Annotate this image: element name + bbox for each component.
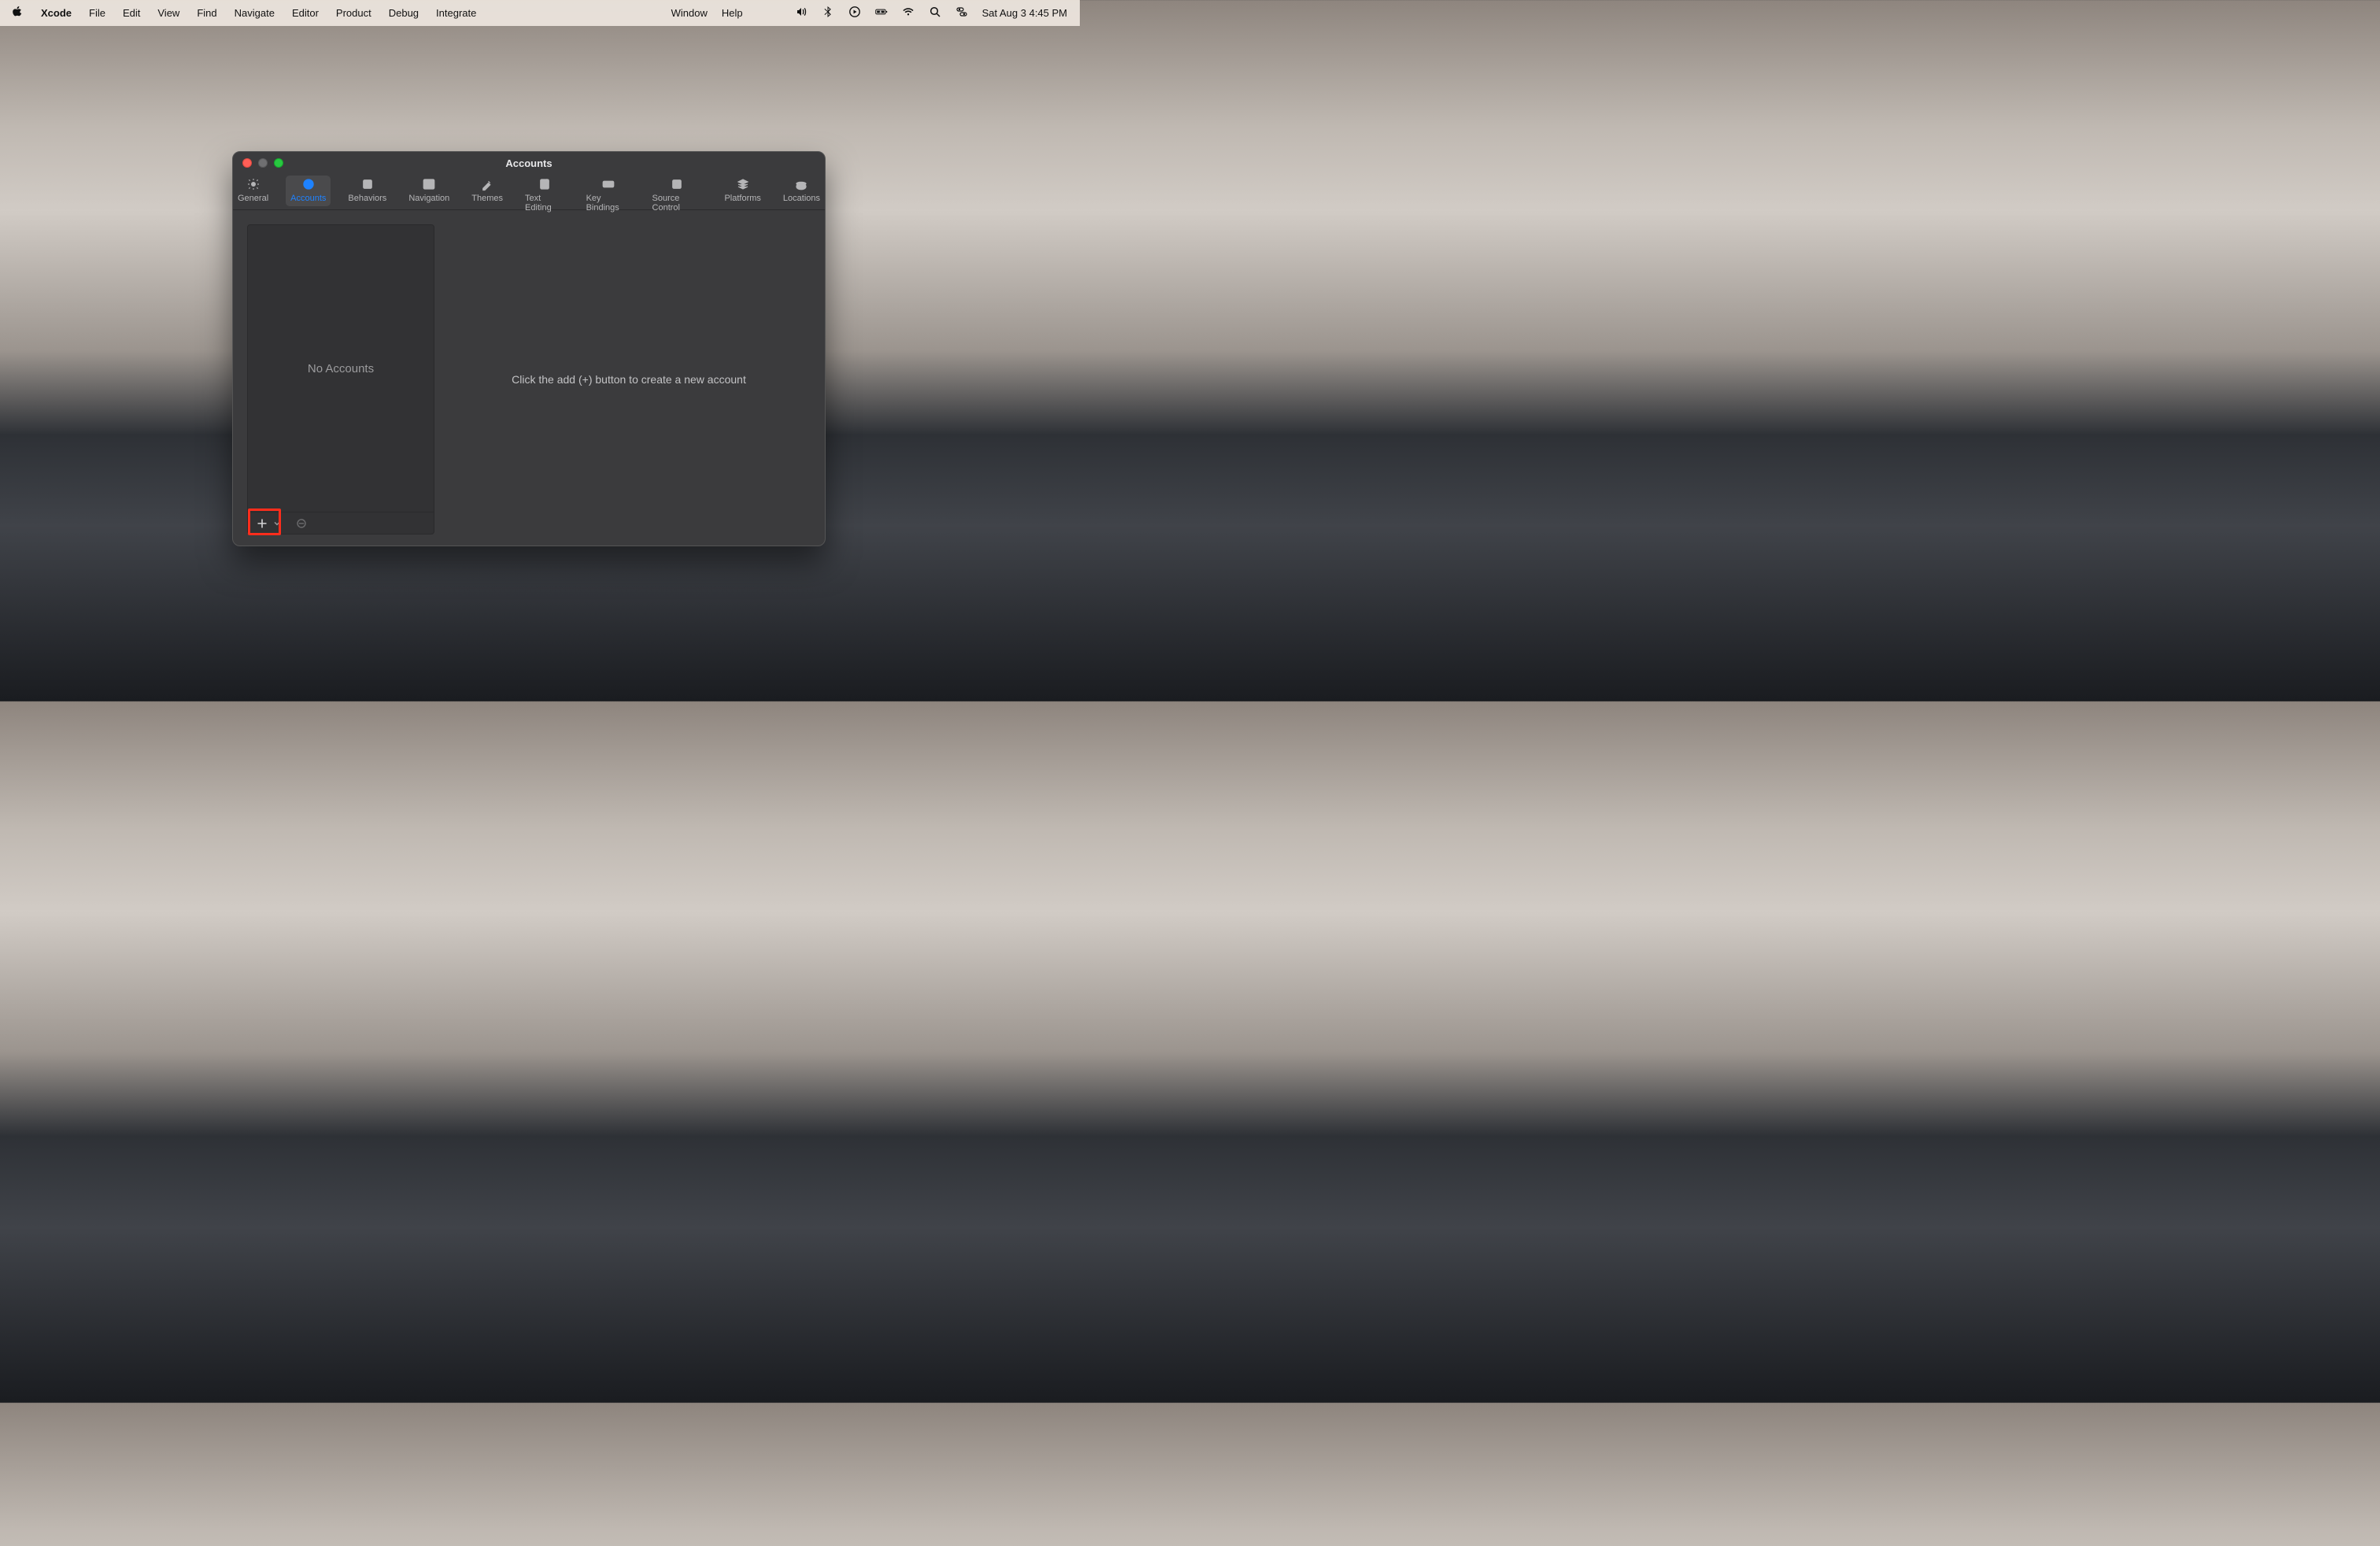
accounts-hint: Click the add (+) button to create a new… [512, 373, 746, 386]
pref-toolbar: General @ Accounts Behaviors Navigation … [233, 174, 825, 210]
tab-label-behaviors: Behaviors [348, 194, 386, 203]
tab-accounts[interactable]: @ Accounts [286, 176, 331, 206]
battery-icon[interactable] [875, 6, 888, 20]
menubar-clock[interactable]: Sat Aug 3 4:45 PM [982, 7, 1067, 19]
menu-debug[interactable]: Debug [389, 7, 419, 19]
tab-platforms[interactable]: Platforms [719, 176, 765, 206]
window-title: Accounts [505, 157, 552, 169]
tab-locations[interactable]: Locations [778, 176, 825, 206]
accounts-footer [248, 512, 434, 534]
tab-behaviors[interactable]: Behaviors [343, 176, 391, 206]
tab-label-navigation: Navigation [408, 194, 449, 203]
menubar: Xcode File Edit View Find Navigate Edito… [0, 0, 1080, 26]
menu-navigate[interactable]: Navigate [235, 7, 275, 19]
menu-view[interactable]: View [157, 7, 179, 19]
accounts-detail: Click the add (+) button to create a new… [447, 224, 811, 534]
accounts-list: No Accounts [248, 225, 434, 512]
tab-label-accounts: Accounts [290, 194, 326, 203]
tab-label-locations: Locations [783, 194, 820, 203]
tab-navigation[interactable]: Navigation [404, 176, 454, 206]
tab-label-general: General [238, 194, 268, 203]
tab-general[interactable]: General [233, 176, 273, 206]
accounts-sidebar: No Accounts [247, 224, 434, 534]
control-center-icon[interactable] [955, 6, 968, 20]
chevron-down-icon[interactable] [273, 515, 281, 532]
menu-integrate[interactable]: Integrate [436, 7, 476, 19]
menu-window[interactable]: Window [671, 7, 708, 19]
wifi-icon[interactable] [902, 6, 915, 20]
spotlight-icon[interactable] [929, 6, 941, 20]
volume-icon[interactable] [795, 6, 808, 20]
minimize-button[interactable] [258, 158, 268, 168]
menu-find[interactable]: Find [197, 7, 216, 19]
menubar-app[interactable]: Xcode [41, 7, 72, 19]
preferences-window: Accounts General @ Accounts Behaviors Na… [232, 151, 826, 546]
traffic-lights [242, 158, 283, 168]
zoom-button[interactable] [274, 158, 283, 168]
accounts-empty-label: No Accounts [308, 362, 374, 375]
close-button[interactable] [242, 158, 252, 168]
menu-product[interactable]: Product [336, 7, 371, 19]
tab-themes[interactable]: Themes [467, 176, 508, 206]
add-account-button[interactable] [251, 515, 273, 532]
apple-menu-icon[interactable] [11, 6, 24, 20]
remove-account-button [290, 515, 312, 532]
tab-label-platforms: Platforms [724, 194, 760, 203]
svg-text:@: @ [305, 180, 312, 188]
menu-editor[interactable]: Editor [292, 7, 319, 19]
menu-edit[interactable]: Edit [123, 7, 140, 19]
playback-icon[interactable] [848, 6, 861, 20]
bluetooth-icon[interactable] [822, 6, 834, 20]
menu-help[interactable]: Help [722, 7, 743, 19]
menu-file[interactable]: File [89, 7, 105, 19]
pref-body: No Accounts Click the add (+) button to … [233, 210, 825, 546]
titlebar: Accounts [233, 152, 825, 174]
tab-label-themes: Themes [471, 194, 503, 203]
